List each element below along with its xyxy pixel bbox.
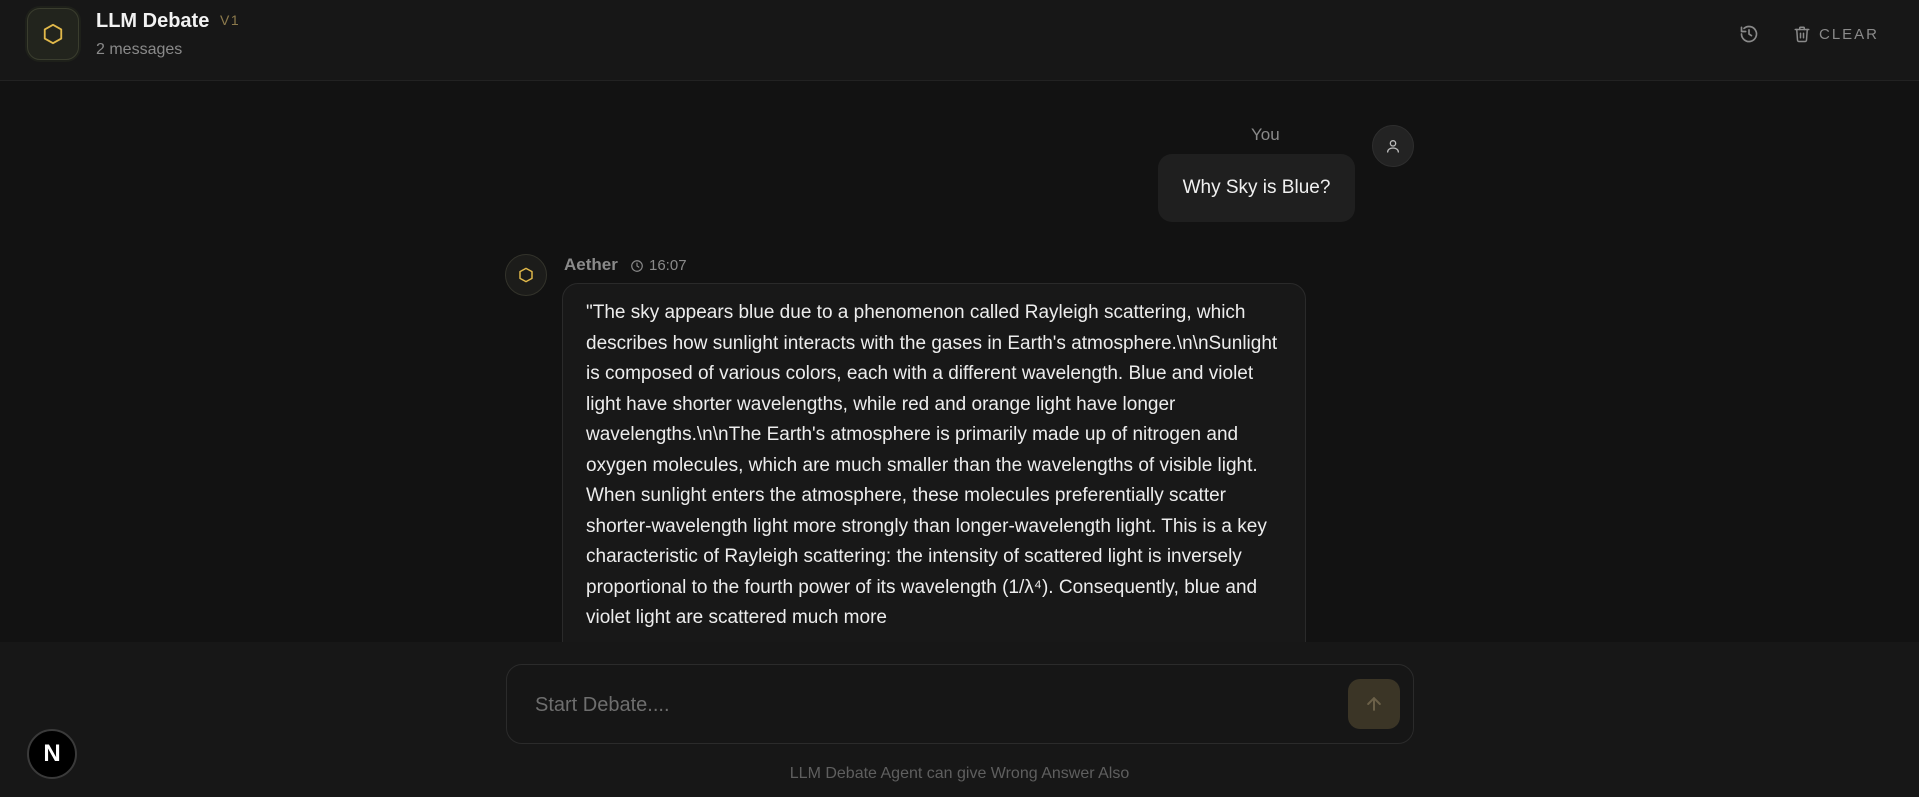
user-avatar: [1372, 125, 1414, 167]
user-icon: [1387, 140, 1399, 153]
chat-area[interactable]: You Why Sky is Blue? Aether 16:07 "The s…: [0, 81, 1919, 642]
message-count: 2 messages: [96, 41, 183, 58]
disclaimer-text: LLM Debate Agent can give Wrong Answer A…: [789, 765, 1130, 782]
nextjs-badge[interactable]: N: [27, 729, 77, 779]
history-button[interactable]: [1737, 22, 1761, 46]
bot-name: Aether: [564, 255, 618, 274]
timestamp-text: 16:07: [649, 257, 687, 274]
clear-label: CLEAR: [1819, 25, 1880, 43]
app-logo: [27, 8, 79, 60]
message-timestamp: 16:07: [630, 257, 687, 274]
app-title: LLM Debate: [96, 10, 210, 32]
user-message: Why Sky is Blue?: [1158, 154, 1355, 222]
bot-avatar: [505, 254, 547, 296]
composer-box: [506, 664, 1414, 744]
send-button[interactable]: [1348, 679, 1400, 729]
debate-input[interactable]: [533, 685, 1337, 725]
user-name: You: [1251, 125, 1280, 144]
hexagon-icon: [43, 23, 63, 45]
badge-letter: N: [43, 740, 61, 767]
version-badge: V1: [220, 12, 241, 28]
bot-message: "The sky appears blue due to a phenomeno…: [562, 283, 1306, 642]
composer-area: LLM Debate Agent can give Wrong Answer A…: [0, 642, 1919, 797]
app-header: LLM Debate V1 2 messages CLEAR: [0, 0, 1919, 81]
trash-icon: [1794, 26, 1810, 43]
clear-button[interactable]: CLEAR: [1793, 22, 1879, 46]
hexagon-icon: [519, 267, 533, 283]
clock-icon: [631, 259, 643, 272]
arrow-up-icon: [1367, 697, 1381, 711]
history-icon: [1740, 25, 1758, 43]
